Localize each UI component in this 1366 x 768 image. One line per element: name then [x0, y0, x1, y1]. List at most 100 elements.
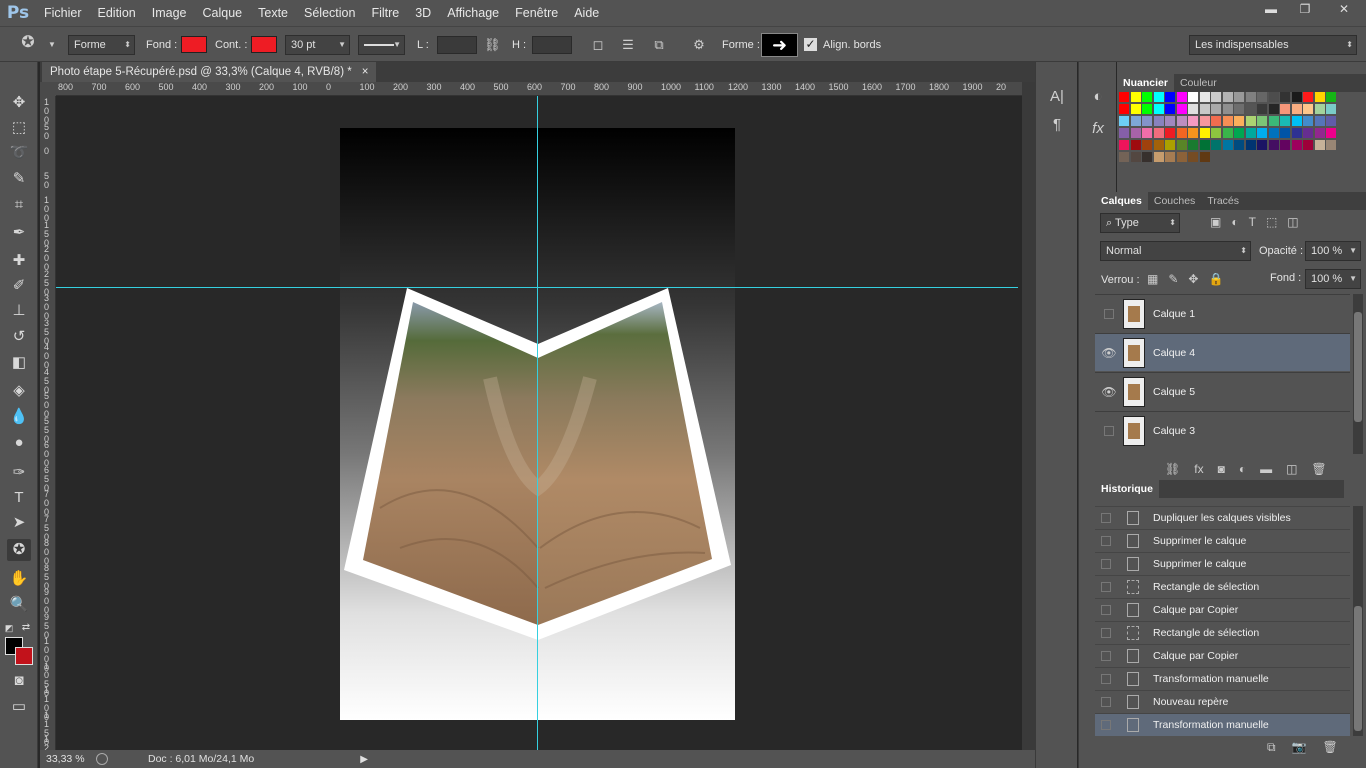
color-swatch[interactable]: [1188, 152, 1198, 162]
quick-selection-tool-icon[interactable]: ✎: [7, 168, 31, 190]
color-swatch[interactable]: [1291, 116, 1302, 126]
color-swatch[interactable]: [1291, 140, 1302, 150]
lasso-tool-icon[interactable]: ➰: [7, 142, 31, 164]
link-layers-icon[interactable]: ⛓: [1165, 462, 1180, 476]
color-swatch[interactable]: [1119, 92, 1129, 102]
tab-calques[interactable]: Calques: [1095, 192, 1148, 210]
color-swatch[interactable]: [1142, 104, 1152, 114]
gear-icon[interactable]: ⚙: [691, 37, 707, 53]
color-swatch[interactable]: [1188, 116, 1198, 126]
trash-icon[interactable]: 🗑: [1311, 462, 1326, 476]
color-swatch[interactable]: [1153, 128, 1164, 138]
color-swatch[interactable]: [1130, 128, 1141, 138]
layer-fill-input[interactable]: 100 % ▼: [1305, 269, 1361, 289]
color-swatch[interactable]: [1211, 116, 1221, 126]
color-swatch[interactable]: [1303, 140, 1313, 150]
history-snapshot-checkbox[interactable]: [1101, 720, 1111, 730]
new-layer-icon[interactable]: ◫: [1286, 462, 1297, 476]
color-swatch[interactable]: [1222, 140, 1233, 150]
dodge-tool-icon[interactable]: ●: [7, 432, 31, 454]
history-scrollbar[interactable]: [1353, 506, 1363, 736]
stroke-color-swatch[interactable]: [251, 36, 277, 53]
color-swatch[interactable]: [1176, 152, 1187, 162]
custom-shape-tool-preset-icon[interactable]: ✪: [20, 35, 36, 51]
color-swatch[interactable]: [1176, 140, 1187, 150]
tab-nuancier[interactable]: Nuancier: [1117, 74, 1174, 92]
color-swatch[interactable]: [1314, 104, 1325, 114]
color-swatch[interactable]: [1326, 128, 1336, 138]
move-tool-icon[interactable]: ✥: [7, 92, 31, 114]
menu-aide[interactable]: Aide: [566, 0, 607, 26]
crop-tool-icon[interactable]: ⌗: [7, 194, 31, 216]
color-swatch[interactable]: [1119, 140, 1129, 150]
layer-row[interactable]: Calque 1: [1095, 294, 1350, 332]
status-menu-arrow-icon[interactable]: ▶: [360, 754, 368, 765]
color-swatch[interactable]: [1176, 116, 1187, 126]
menu-3d[interactable]: 3D: [407, 0, 439, 26]
color-swatch[interactable]: [1234, 92, 1244, 102]
align-edges-checkbox[interactable]: ✓: [804, 38, 817, 51]
color-swatch[interactable]: [1165, 128, 1175, 138]
history-item[interactable]: Rectangle de sélection: [1095, 621, 1350, 644]
swap-colors-icon[interactable]: ⇄: [20, 617, 32, 639]
color-swatch[interactable]: [1303, 104, 1313, 114]
custom-shape-tool-icon[interactable]: ✪: [7, 539, 31, 561]
color-swatch[interactable]: [1130, 140, 1141, 150]
menu-calque[interactable]: Calque: [195, 0, 251, 26]
menu-filtre[interactable]: Filtre: [363, 0, 407, 26]
color-swatch[interactable]: [1153, 104, 1164, 114]
history-item[interactable]: Dupliquer les calques visibles: [1095, 506, 1350, 529]
color-swatch[interactable]: [1326, 92, 1336, 102]
path-arrangement-icon[interactable]: ⧉: [651, 37, 667, 53]
tab-couches[interactable]: Couches: [1148, 192, 1201, 210]
history-snapshot-checkbox[interactable]: [1101, 628, 1111, 638]
layer-visibility-toggle[interactable]: [1104, 308, 1114, 319]
history-item-selected[interactable]: Transformation manuelle: [1095, 713, 1350, 736]
color-swatch[interactable]: [1222, 92, 1233, 102]
vertical-ruler[interactable]: 1 0 05 005 01 0 01 5 02 0 02 5 03 0 03 5…: [40, 96, 56, 750]
color-swatch[interactable]: [1119, 104, 1129, 114]
color-swatch[interactable]: [1165, 92, 1175, 102]
color-swatch[interactable]: [1314, 128, 1325, 138]
screen-mode-icon[interactable]: ▭: [7, 696, 31, 718]
color-swatch[interactable]: [1119, 116, 1129, 126]
layer-row[interactable]: 👁 Calque 5: [1095, 372, 1350, 410]
adjustment-layer-icon[interactable]: ◐: [1239, 462, 1246, 476]
color-swatch[interactable]: [1199, 92, 1210, 102]
history-item[interactable]: Rectangle de sélection: [1095, 575, 1350, 598]
filter-shape-icon[interactable]: ⬚: [1266, 215, 1277, 229]
history-item[interactable]: Nouveau repère: [1095, 690, 1350, 713]
stroke-type-select[interactable]: ▼: [358, 35, 405, 55]
color-swatch[interactable]: [1280, 92, 1290, 102]
pen-tool-icon[interactable]: ✑: [7, 462, 31, 484]
status-info-icon[interactable]: [96, 753, 108, 765]
color-swatch[interactable]: [1326, 116, 1336, 126]
color-swatch[interactable]: [1176, 104, 1187, 114]
history-brush-tool-icon[interactable]: ↺: [7, 326, 31, 348]
color-swatch[interactable]: [1188, 92, 1198, 102]
color-swatch[interactable]: [1142, 128, 1152, 138]
color-swatch[interactable]: [1303, 128, 1313, 138]
tab-historique[interactable]: Historique: [1095, 480, 1159, 498]
color-swatch[interactable]: [1314, 92, 1325, 102]
color-swatch[interactable]: [1280, 128, 1290, 138]
history-snapshot-checkbox[interactable]: [1101, 559, 1111, 569]
clone-stamp-tool-icon[interactable]: ⊥: [7, 300, 31, 322]
color-swatch[interactable]: [1199, 128, 1210, 138]
paint-bucket-tool-icon[interactable]: ◈: [7, 380, 31, 402]
quick-mask-icon[interactable]: ◙: [7, 670, 31, 692]
color-swatch[interactable]: [1222, 116, 1233, 126]
menu-texte[interactable]: Texte: [250, 0, 296, 26]
eyedropper-tool-icon[interactable]: ✒: [7, 222, 31, 244]
color-swatch[interactable]: [1176, 92, 1187, 102]
color-swatch[interactable]: [1268, 128, 1279, 138]
brush-tool-icon[interactable]: ✐: [7, 275, 31, 297]
history-item[interactable]: Supprimer le calque: [1095, 552, 1350, 575]
color-swatch[interactable]: [1211, 128, 1221, 138]
color-swatch[interactable]: [1303, 116, 1313, 126]
workspace-select[interactable]: Les indispensables ⬍: [1189, 35, 1357, 55]
color-swatch[interactable]: [1130, 92, 1141, 102]
color-swatch[interactable]: [1257, 128, 1267, 138]
color-swatch[interactable]: [1211, 140, 1221, 150]
color-swatch[interactable]: [1291, 104, 1302, 114]
